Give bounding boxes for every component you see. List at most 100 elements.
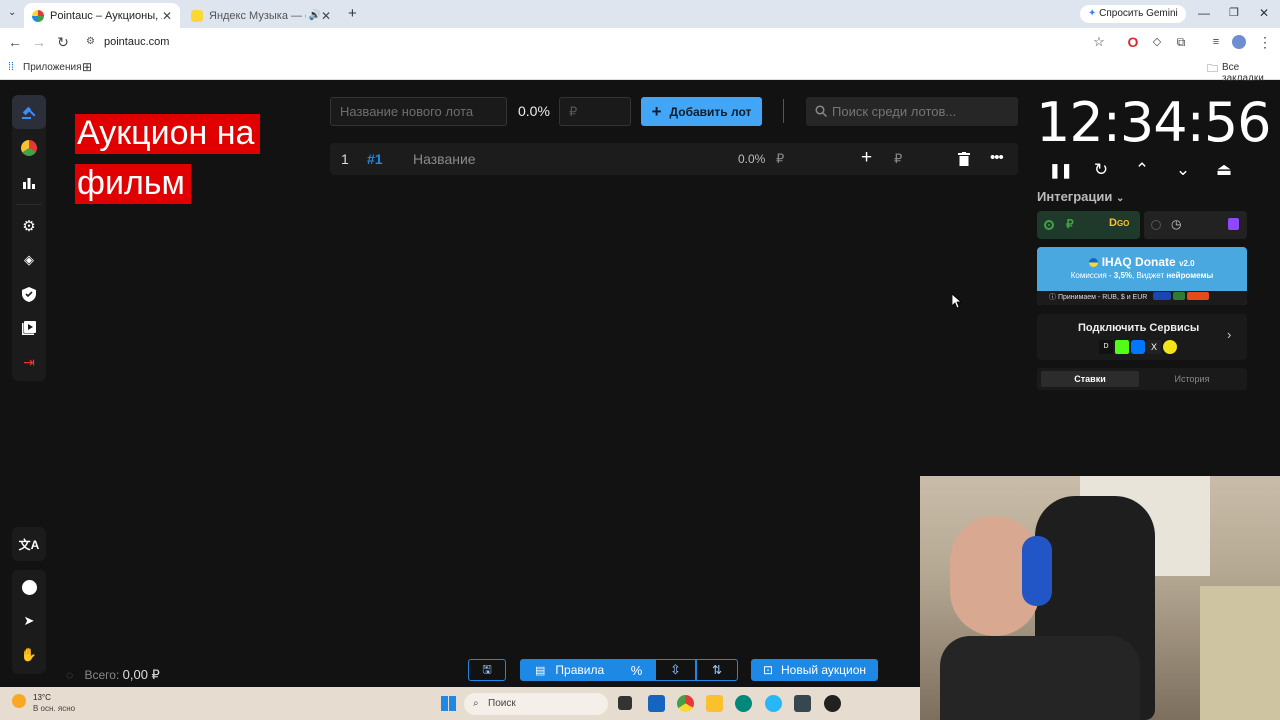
weather-icon[interactable] — [12, 694, 26, 708]
lot-percent: 0.0% — [738, 152, 766, 166]
auction-title[interactable]: Аукцион на фильм — [75, 108, 275, 208]
sidebar-footer-language: 文A — [12, 527, 46, 561]
new-lot-name-input[interactable] — [330, 97, 507, 126]
service-icons: D X — [1099, 340, 1177, 354]
sidebar-item-logout[interactable]: ⇥ — [12, 345, 46, 379]
ask-gemini-button[interactable]: ✦ Спросить Gemini — [1080, 5, 1186, 23]
store-icon[interactable] — [648, 695, 665, 712]
percent-mode-button[interactable]: % — [618, 659, 655, 681]
lot-row: 1 #1 Название 0.0% ₽ + ₽ ••• — [330, 143, 1018, 175]
ihaq-donate-banner[interactable]: IHAQ Donate v2.0 Комиссия - 3,5%, Виджет… — [1037, 247, 1247, 305]
radio-off-icon[interactable] — [1151, 220, 1161, 230]
timer-decrease-icon[interactable]: ⌄ — [1172, 159, 1194, 181]
new-auction-button[interactable]: ⊡ Новый аукцион — [751, 659, 878, 681]
edge-icon[interactable] — [735, 695, 752, 712]
twitch-icon[interactable] — [1228, 218, 1239, 230]
sidebar-item-shield[interactable] — [12, 277, 46, 311]
apps-bookmark[interactable]: Приложения — [23, 62, 82, 73]
new-tab-icon[interactable]: + — [348, 5, 357, 22]
bookmark-star-icon[interactable]: ☆ — [1090, 33, 1108, 51]
telegram-app-icon[interactable] — [765, 695, 782, 712]
windows-start-icon[interactable] — [441, 696, 456, 711]
rules-button[interactable]: ▤ Правила — [520, 659, 619, 681]
profile-avatar[interactable] — [1232, 35, 1246, 49]
lot-add-currency[interactable]: ₽ — [894, 151, 902, 167]
new-lot-amount-input[interactable] — [559, 97, 631, 126]
compact-view-button[interactable]: ⇳ — [655, 659, 696, 681]
trash-icon[interactable] — [958, 152, 970, 166]
timer-integration-icon[interactable]: ◷ — [1171, 217, 1181, 231]
file-explorer-icon[interactable] — [706, 695, 723, 712]
tab-search-icon[interactable]: ⌄ — [8, 7, 16, 18]
obs-icon[interactable] — [824, 695, 841, 712]
sidebar-item-stats[interactable] — [12, 166, 46, 200]
lot-search-input[interactable] — [832, 97, 1012, 126]
close-tab-icon[interactable]: ✕ — [162, 9, 172, 23]
sidebar-item-wheel[interactable] — [12, 131, 46, 165]
sort-button[interactable]: ⇅ — [696, 659, 738, 681]
rules-icon: ▤ — [535, 664, 546, 677]
da-logo-icon[interactable]: DGO — [1109, 217, 1129, 229]
apps-grid-icon[interactable]: ⁞⁞ — [8, 61, 14, 73]
chrome-icon[interactable] — [677, 695, 694, 712]
sidebar-divider — [16, 204, 42, 205]
lot-name[interactable]: Название — [413, 151, 476, 167]
notes-icon[interactable] — [794, 695, 811, 712]
timer-increase-icon[interactable]: ⌃ — [1131, 159, 1153, 181]
sidebar-item-github[interactable] — [12, 570, 46, 604]
tab-groups-icon[interactable]: ⊞ — [82, 60, 92, 74]
lot-search — [806, 97, 1018, 126]
bar-chart-icon — [23, 178, 35, 189]
minimize-icon[interactable]: — — [1198, 6, 1210, 20]
forward-icon[interactable]: → — [30, 33, 48, 51]
sidebar-item-auction[interactable] — [12, 95, 46, 129]
add-lot-button[interactable]: + Добавить лот — [641, 97, 762, 126]
lot-amount-currency[interactable]: ₽ — [776, 151, 784, 167]
sidebar-item-video[interactable] — [12, 311, 46, 345]
sidebar-item-language[interactable]: 文A — [12, 527, 46, 561]
more-options-icon[interactable]: ••• — [990, 149, 1004, 166]
close-tab-icon[interactable]: ✕ — [321, 9, 331, 23]
extension-icon[interactable]: ◇ — [1148, 33, 1166, 51]
site-info-icon[interactable]: ⚙ — [86, 31, 95, 53]
timer-max-icon[interactable]: ⏏ — [1213, 159, 1235, 181]
webcam-sofa — [1200, 586, 1280, 720]
tab-history-label: История — [1174, 374, 1210, 384]
back-icon[interactable]: ← — [6, 33, 24, 51]
webcam-overlay — [920, 476, 1280, 720]
save-button[interactable]: 🖫 — [468, 659, 506, 681]
reset-timer-icon[interactable]: ↻ — [1090, 159, 1112, 181]
task-view-icon[interactable] — [618, 696, 632, 710]
radio-on-icon[interactable] — [1044, 220, 1054, 230]
taskbar-search[interactable]: ⌕ Поиск — [464, 693, 608, 715]
lot-add-icon[interactable]: + — [861, 147, 872, 169]
sidebar-item-donate[interactable]: ✋ — [12, 638, 46, 672]
ihaq-widget-prefix: , Виджет — [1132, 271, 1167, 280]
sidebar-item-layers[interactable]: ◈ — [12, 243, 46, 277]
layers-icon: ◈ — [24, 252, 34, 267]
sidebar-item-settings[interactable]: ⚙ — [12, 209, 46, 243]
sidebar-item-telegram[interactable]: ➤ — [12, 604, 46, 638]
media-control-icon[interactable]: ≡ — [1207, 33, 1225, 51]
new-lot-percent: 0.0% — [518, 103, 550, 119]
tab-pointauc[interactable]: Pointauc – Аукционы, лотереи… ✕ — [24, 3, 180, 28]
restore-icon[interactable]: ❐ — [1229, 6, 1239, 19]
translate-icon: 文A — [18, 537, 40, 552]
tab-yandex-music[interactable]: Яндекс Музыка — собирай… 🔊 ✕ — [183, 3, 339, 28]
connect-services-button[interactable]: Подключить Сервисы D X › — [1037, 314, 1247, 360]
browser-menu-icon[interactable]: ⋮ — [1256, 33, 1274, 51]
ihaq-title: IHAQ Donate — [1101, 255, 1176, 269]
tab-history[interactable]: История — [1143, 371, 1241, 387]
tab-bids[interactable]: Ставки — [1041, 371, 1139, 387]
close-window-icon[interactable]: ✕ — [1259, 6, 1269, 20]
integrations-toggle[interactable]: Интеграции ⌄ — [1037, 189, 1124, 204]
pause-icon[interactable]: ❚❚ — [1049, 159, 1072, 181]
extensions-puzzle-icon[interactable]: ⧉ — [1172, 33, 1190, 51]
tab-title: Pointauc – Аукционы, лотереи… — [50, 9, 162, 22]
donationalerts-ruble-icon[interactable]: ₽ — [1066, 217, 1074, 231]
hide-eye-icon[interactable]: ◌ — [66, 668, 73, 682]
url-field[interactable]: ⚙ pointauc.com — [78, 31, 1118, 53]
opera-extension-icon[interactable]: O — [1124, 33, 1142, 51]
reload-icon[interactable]: ↻ — [54, 33, 72, 51]
percent-icon: % — [630, 662, 643, 678]
